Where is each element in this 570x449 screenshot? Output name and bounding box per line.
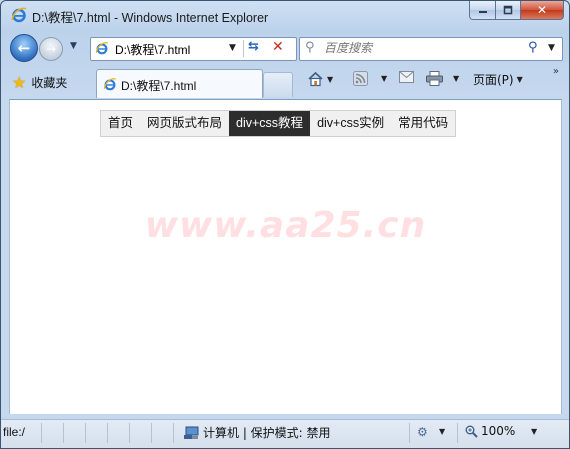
status-divider [107,423,108,443]
home-icon [308,71,323,87]
print-dropdown-icon[interactable]: ▼ [453,74,459,83]
site-menu: 首页 网页版式布局 div+css教程 div+css实例 常用代码 [100,110,457,137]
zoom-magnifier-icon [465,425,478,438]
status-divider [129,423,130,443]
addons-dropdown-icon[interactable]: ▼ [439,427,445,436]
home-button[interactable]: ▼ [307,71,333,87]
window-title: D:\教程\7.html - Windows Internet Explorer [32,11,269,25]
address-bar[interactable]: D:\教程\7.html ▼ ⇆ ✕ [90,37,297,61]
page-menu-label: 页面(P) [473,73,514,87]
address-dropdown-icon[interactable]: ▼ [229,43,236,53]
navigation-bar: ← → ▼ D:\教程\7.html ▼ ⇆ ✕ ⚲ ⚲ ▼ [1,31,569,65]
back-arrow-icon: ← [17,39,31,57]
caption-buttons: ✕ [469,1,564,21]
page-content: 首页 网页版式布局 div+css教程 div+css实例 常用代码 www.a… [9,99,562,414]
zone-label: 计算机 | 保护模式: 禁用 [203,426,331,440]
maximize-button[interactable] [496,1,521,20]
status-divider [85,423,86,443]
new-tab-button[interactable] [263,72,293,97]
address-text[interactable]: D:\教程\7.html [115,41,190,58]
menu-item-common-code[interactable]: 常用代码 [391,111,455,136]
forward-arrow-icon: → [45,42,57,56]
print-button[interactable]: ▼ [426,71,459,86]
tab-bar: ★ 收藏夹 D:\教程\7.html ▼ ▼ ▼ 页面(P) ▼ » [1,66,569,98]
zoom-button[interactable]: 100% [465,424,515,438]
status-divider [63,423,64,443]
menu-item-divcss-examples[interactable]: div+css实例 [310,111,391,136]
watermark-text: www.aa25.cn [144,205,427,246]
read-mail-button[interactable] [399,71,414,83]
search-options-dropdown-icon[interactable]: ▼ [548,43,555,53]
printer-icon [426,71,443,86]
stop-icon[interactable]: ✕ [272,39,284,55]
status-divider [173,423,174,443]
forward-button[interactable]: → [39,37,63,61]
search-icon[interactable]: ⚲ [528,40,538,55]
computer-icon [184,426,199,439]
home-dropdown-icon[interactable]: ▼ [327,75,333,84]
minimize-button[interactable] [469,1,496,20]
maximize-icon [503,5,513,15]
security-zone[interactable]: 计算机 | 保护模式: 禁用 [183,424,331,441]
more-commands-chevron-icon[interactable]: » [553,66,559,77]
zoom-label: 100% [481,424,516,438]
status-divider [41,423,42,443]
page-menu-dropdown-icon: ▼ [516,75,523,84]
search-provider-icon: ⚲ [305,40,315,55]
menu-item-layout[interactable]: 网页版式布局 [140,111,229,136]
close-button[interactable]: ✕ [521,1,564,20]
menu-item-home[interactable]: 首页 [101,111,140,136]
status-bar: file:/ 计算机 | 保护模式: 禁用 ⚙ ▼ 100% ▼ [1,419,569,448]
zoom-dropdown-icon[interactable]: ▼ [531,427,537,436]
favorites-label: 收藏夹 [31,75,68,90]
search-input[interactable] [324,40,524,56]
back-button[interactable]: ← [10,34,38,62]
tab-label: D:\教程\7.html [121,79,197,93]
search-box[interactable]: ⚲ ⚲ ▼ [299,37,563,61]
menu-item-divcss-tutorial[interactable]: div+css教程 [229,111,311,136]
refresh-icon[interactable]: ⇆ [248,39,259,54]
favorites-button[interactable]: ★ 收藏夹 [12,70,67,94]
status-text: file:/ [3,425,26,439]
recent-pages-dropdown-icon[interactable]: ▼ [70,41,77,51]
rss-feed-icon [353,71,368,86]
browser-window: D:\教程\7.html - Windows Internet Explorer… [0,0,570,449]
ie-logo-icon [11,7,27,23]
tab-active[interactable]: D:\教程\7.html [96,69,263,98]
close-icon: ✕ [536,3,548,17]
page-icon [103,78,116,91]
status-divider [409,423,410,443]
page-icon [95,42,108,55]
address-separator [243,40,244,57]
minimize-icon [478,11,487,13]
mail-icon [399,71,414,83]
addons-icon[interactable]: ⚙ [417,425,428,439]
star-icon: ★ [12,72,27,92]
feeds-button[interactable]: ▼ [353,71,387,86]
title-bar: D:\教程\7.html - Windows Internet Explorer… [1,1,569,29]
feeds-dropdown-icon[interactable]: ▼ [381,74,387,83]
status-divider [457,423,458,443]
status-divider [151,423,152,443]
page-menu-button[interactable]: 页面(P) ▼ [473,71,523,88]
